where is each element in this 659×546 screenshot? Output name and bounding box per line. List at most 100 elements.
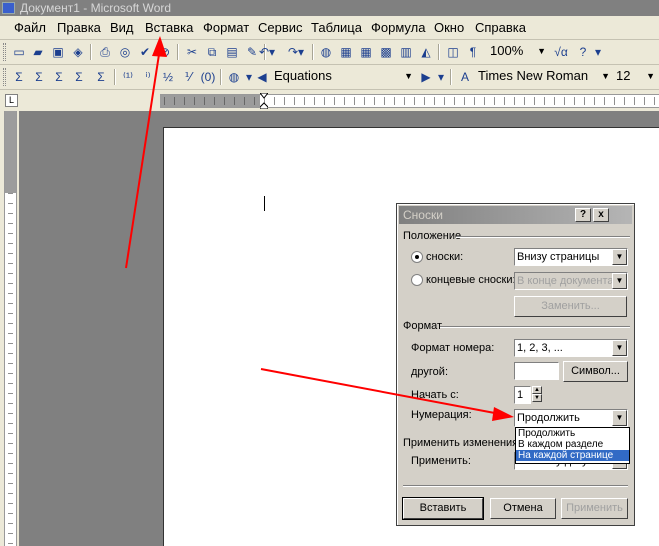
style-combo[interactable]: Equations ▼ xyxy=(270,67,415,87)
zoom-combo[interactable]: 100% ▼ xyxy=(486,42,548,62)
insert-excel-icon[interactable]: ▩ xyxy=(376,43,396,61)
spelling-check-icon[interactable]: ✔ xyxy=(135,43,155,61)
close-button[interactable]: x xyxy=(593,208,609,222)
new-document-icon[interactable]: ▭ xyxy=(9,43,29,61)
fraction-stack-icon[interactable]: ⅟ xyxy=(178,68,198,86)
undo-icon[interactable]: ↶▾ xyxy=(253,43,281,61)
endnotes-radio[interactable] xyxy=(411,274,423,286)
toolbar-grip[interactable] xyxy=(3,43,6,61)
menu-insert[interactable]: Вставка xyxy=(145,20,193,36)
custom-mark-input[interactable] xyxy=(514,362,559,380)
tables-borders-icon[interactable]: ▦ xyxy=(336,43,356,61)
insert-table-icon[interactable]: ▦ xyxy=(356,43,376,61)
start-at-spinner[interactable]: ▲ ▼ xyxy=(532,386,542,402)
apply-changes-section-label: Применить изменения xyxy=(403,437,519,449)
help-button[interactable]: ? xyxy=(575,208,591,222)
numbering-option-continue[interactable]: Продолжить xyxy=(516,428,629,439)
font-size-combo[interactable]: 12 ▼ xyxy=(612,67,657,87)
sigma-icon[interactable]: Σ xyxy=(9,68,29,86)
group-divider xyxy=(456,236,630,238)
standard-toolbar: ▭ ▰ ▣ ◈ ⎙ ◎ ✔ ⊘ ✂ ⧉ ▤ ✎ ↶▾ ↷▾ ◍ ▦ ▦ ▩ ▥ … xyxy=(0,40,659,65)
hyperlink-icon[interactable]: ◍ xyxy=(316,43,336,61)
apply-button[interactable]: Применить xyxy=(561,498,628,519)
chevron-down-icon: ▼ xyxy=(612,340,627,356)
permission-icon[interactable]: ◈ xyxy=(68,43,88,61)
arrow-left-icon[interactable]: ◀ xyxy=(252,68,272,86)
cut-icon[interactable]: ✂ xyxy=(182,43,202,61)
menu-bar: Файл Правка Вид Вставка Формат Сервис Та… xyxy=(0,17,659,40)
start-at-input[interactable]: 1 xyxy=(514,386,531,404)
custom-mark-label: другой: xyxy=(411,366,449,378)
sigma-over-icon[interactable]: Σ xyxy=(69,68,89,86)
numbering-option-each-section[interactable]: В каждом разделе xyxy=(516,439,629,450)
formatting-toolbar: Σ Σ Σ Σ Σ ⁽¹⁾ ⁱ⁾ ½ ⅟ (0) ◍ ▾ ◀ Equations… xyxy=(0,65,659,90)
spin-down-icon[interactable]: ▼ xyxy=(532,394,542,402)
start-at-value: 1 xyxy=(517,389,524,401)
subscript-icon[interactable]: ⁱ⁾ xyxy=(138,68,158,86)
drawing-icon[interactable]: ◭ xyxy=(416,43,436,61)
start-at-label: Начать с: xyxy=(411,389,459,401)
menu-table[interactable]: Таблица xyxy=(311,20,362,36)
numbering-select[interactable]: Продолжить ▼ xyxy=(514,409,628,427)
research-icon[interactable]: ⊘ xyxy=(155,43,175,61)
toolbar-options-icon[interactable]: ▾ xyxy=(593,43,603,61)
arrow-right-icon[interactable]: ▶ xyxy=(416,68,436,86)
footnotes-label: сноски: xyxy=(426,251,464,263)
word-app-icon xyxy=(2,2,15,14)
tab-selector-icon[interactable]: L xyxy=(5,94,18,107)
vertical-ruler[interactable] xyxy=(0,111,19,546)
print-preview-icon[interactable]: ◎ xyxy=(115,43,135,61)
menu-window[interactable]: Окно xyxy=(434,20,464,36)
sigma-limits-icon[interactable]: Σ xyxy=(49,68,69,86)
number-format-value: 1, 2, 3, ... xyxy=(517,342,563,354)
menu-equation[interactable]: Формула xyxy=(371,20,425,36)
save-disk-icon[interactable]: ▣ xyxy=(48,43,68,61)
spin-up-icon[interactable]: ▲ xyxy=(532,386,542,394)
toolbar-options-icon[interactable]: ▾ xyxy=(436,68,446,86)
footnotes-location-select[interactable]: Внизу страницы ▼ xyxy=(514,248,628,266)
menu-format[interactable]: Формат xyxy=(203,20,249,36)
sigma-sub-icon[interactable]: Σ xyxy=(29,68,49,86)
help-icon[interactable]: ? xyxy=(573,43,593,61)
symbol-button[interactable]: Символ... xyxy=(563,361,628,382)
numbering-option-each-page[interactable]: На каждой странице xyxy=(516,450,629,461)
horizontal-ruler-bar: L xyxy=(0,91,659,111)
footnote-ref-icon[interactable]: ⁽¹⁾ xyxy=(118,68,138,86)
fraction-icon[interactable]: ½ xyxy=(158,68,178,86)
vertical-ruler-strip xyxy=(4,111,17,546)
font-icon[interactable]: A xyxy=(455,68,475,86)
open-folder-icon[interactable]: ▰ xyxy=(28,43,48,61)
toolbar-grip[interactable] xyxy=(3,68,6,86)
font-combo[interactable]: Times New Roman ▼ xyxy=(474,67,612,87)
show-formatting-icon[interactable]: ¶ xyxy=(463,43,483,61)
document-map-icon[interactable]: ◫ xyxy=(443,43,463,61)
number-format-select[interactable]: 1, 2, 3, ... ▼ xyxy=(514,339,628,357)
footnotes-radio[interactable] xyxy=(411,251,423,263)
insert-button[interactable]: Вставить xyxy=(402,497,484,520)
copy-icon[interactable]: ⧉ xyxy=(202,43,222,61)
menu-edit[interactable]: Правка xyxy=(57,20,101,36)
equation-editor-icon[interactable]: √α xyxy=(551,43,571,61)
menu-help[interactable]: Справка xyxy=(475,20,526,36)
apply-to-label: Применить: xyxy=(411,455,471,467)
redo-icon[interactable]: ↷▾ xyxy=(283,43,309,61)
vertical-ruler-margin xyxy=(5,111,16,193)
endnotes-location-select[interactable]: В конце документа ▼ xyxy=(514,272,628,290)
toolbar-separator xyxy=(90,44,92,60)
dialog-title-bar[interactable]: Сноски ? x xyxy=(399,206,632,224)
menu-view[interactable]: Вид xyxy=(110,20,134,36)
globe-icon[interactable]: ◍ xyxy=(224,68,244,86)
print-icon[interactable]: ⎙ xyxy=(95,43,115,61)
chevron-down-icon: ▼ xyxy=(537,46,546,56)
bracket-icon[interactable]: (0) xyxy=(198,68,218,86)
cancel-button[interactable]: Отмена xyxy=(490,498,556,519)
menu-tools[interactable]: Сервис xyxy=(258,20,303,36)
indent-marker-icon[interactable] xyxy=(260,93,268,109)
horizontal-ruler[interactable] xyxy=(160,93,659,109)
replace-button[interactable]: Заменить... xyxy=(514,296,627,317)
columns-icon[interactable]: ▥ xyxy=(396,43,416,61)
sigma-accent-icon[interactable]: Σ xyxy=(91,68,111,86)
style-value: Equations xyxy=(274,68,332,83)
menu-file[interactable]: Файл xyxy=(14,20,46,36)
paste-icon[interactable]: ▤ xyxy=(222,43,242,61)
